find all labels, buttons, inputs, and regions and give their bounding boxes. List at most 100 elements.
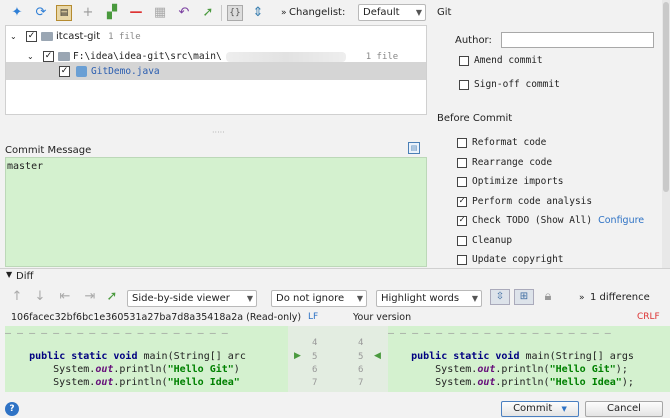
code-line: System.out.println("Hello Idea");: [388, 377, 634, 388]
right-revision-header: Your version: [353, 312, 412, 323]
before-commit-option[interactable]: Optimize imports: [457, 176, 564, 187]
group-icon[interactable]: ▤: [56, 5, 72, 21]
folder-checkbox[interactable]: ✓: [43, 51, 54, 62]
before-commit-checkbox[interactable]: [457, 235, 467, 246]
amend-commit-option[interactable]: Amend commit: [459, 55, 543, 66]
git-section-title: Git: [437, 7, 452, 18]
apply-change-icon[interactable]: ◀: [374, 351, 381, 361]
folder-count: 1 file: [365, 51, 399, 62]
before-commit-option[interactable]: Cleanup: [457, 235, 512, 246]
help-icon[interactable]: ?: [5, 402, 19, 416]
line-number: 4: [312, 338, 318, 348]
arrow-up-icon[interactable]: ↑: [9, 289, 25, 305]
options-scrollbar[interactable]: [662, 0, 670, 268]
code-line: System.out.println("Hello Idea": [5, 377, 240, 388]
toolbar-overflow-icon[interactable]: »: [281, 8, 287, 18]
viewer-value: Side-by-side viewer: [132, 293, 230, 304]
before-commit-option[interactable]: ✓ Check TODO (Show All) Configure: [457, 215, 644, 226]
before-commit-checkbox[interactable]: ✓: [457, 196, 467, 207]
jump-to-source-icon[interactable]: ➚: [104, 289, 120, 305]
collapse-icon[interactable]: ⇕: [250, 5, 266, 21]
tree-row-root[interactable]: ⌄ ✓ itcast-git 1 file: [6, 27, 426, 46]
viewer-select[interactable]: Side-by-side viewer ▼: [127, 290, 257, 307]
root-name: itcast-git: [56, 31, 101, 42]
code-line: System.out.println("Hello Git"): [5, 364, 240, 375]
before-commit-option[interactable]: Rearrange code: [457, 157, 552, 168]
whitespace-value: Do not ignore: [276, 293, 345, 304]
author-input[interactable]: [501, 32, 654, 48]
left-gutter: ▶ 4 5 6 7: [288, 326, 338, 392]
commit-button-label: Commit: [513, 403, 553, 414]
commit-history-icon[interactable]: ▤: [408, 142, 420, 154]
before-commit-checkbox[interactable]: [457, 157, 467, 168]
expand-icon[interactable]: {}: [227, 5, 243, 21]
splitter-handle[interactable]: ·····: [212, 128, 225, 137]
folder-icon: [58, 52, 70, 61]
before-commit-label: Optimize imports: [472, 176, 564, 187]
diff-title: Diff: [16, 271, 34, 282]
changelist-select[interactable]: Default ▼: [358, 4, 426, 21]
signoff-commit-option[interactable]: Sign-off commit: [459, 79, 560, 90]
left-line-ending: LF: [308, 312, 319, 322]
whitespace-select[interactable]: Do not ignore ▼: [271, 290, 367, 307]
before-commit-label: Update copyright: [472, 254, 564, 265]
blurred-redaction: [225, 51, 346, 62]
line-number: 4: [358, 338, 364, 348]
amend-commit-checkbox[interactable]: [459, 55, 469, 66]
before-commit-checkbox[interactable]: [457, 254, 467, 265]
add-icon[interactable]: +: [80, 5, 96, 21]
move-to-changelist-icon[interactable]: ▞: [104, 5, 120, 21]
signoff-commit-label: Sign-off commit: [474, 79, 560, 90]
configure-link[interactable]: Configure: [598, 215, 644, 226]
before-commit-label: Perform code analysis: [472, 196, 593, 207]
before-commit-checkbox[interactable]: [457, 176, 467, 187]
commit-message-text: master: [7, 161, 44, 172]
apply-change-icon[interactable]: ▶: [294, 351, 301, 361]
move-icon[interactable]: ✦: [9, 5, 25, 21]
cancel-button[interactable]: Cancel: [585, 401, 663, 417]
code-line: public static void main(String[] args: [411, 351, 634, 362]
commit-button[interactable]: Commit ▼: [501, 401, 579, 417]
left-diff-pane[interactable]: — — — — — — — — — — — — — — — — — — — pu…: [5, 326, 288, 392]
left-revision-header: 106facec32bf6bc1e360531a27ba7d8a35418a2a…: [11, 312, 302, 323]
diff-icon[interactable]: ▦: [152, 5, 168, 21]
before-commit-option[interactable]: Update copyright: [457, 254, 564, 265]
chevron-down-icon: ▼: [246, 294, 253, 303]
remove-icon[interactable]: —: [128, 5, 144, 21]
file-checkbox[interactable]: ✓: [59, 65, 70, 77]
jump-icon[interactable]: ➚: [200, 5, 216, 21]
right-line-ending: CRLF: [637, 312, 660, 322]
before-commit-checkbox[interactable]: ✓: [457, 215, 467, 226]
lock-icon[interactable]: 🔒︎: [540, 289, 556, 305]
before-commit-label: Reformat code: [472, 137, 547, 148]
chevron-down-icon: ▼: [356, 294, 363, 303]
collapse-unchanged-icon[interactable]: ⇳: [490, 289, 510, 305]
chevron-down-icon[interactable]: ⌄: [27, 52, 37, 61]
scrollbar-thumb[interactable]: [663, 2, 669, 192]
signoff-commit-checkbox[interactable]: [459, 79, 469, 90]
rollback-icon[interactable]: ↶: [176, 5, 192, 21]
tree-row-file[interactable]: ✓ GitDemo.java: [6, 62, 426, 80]
before-commit-option[interactable]: Reformat code: [457, 137, 546, 148]
amend-commit-label: Amend commit: [474, 55, 543, 66]
highlight-select[interactable]: Highlight words ▼: [376, 290, 482, 307]
line-number: 5: [358, 352, 364, 362]
line-number: 6: [358, 365, 364, 375]
changelist-value: Default: [363, 7, 400, 18]
difference-count: 1 difference: [590, 292, 650, 303]
root-checkbox[interactable]: ✓: [26, 31, 37, 42]
sync-scroll-icon[interactable]: ⊞: [514, 289, 534, 305]
right-diff-pane[interactable]: — — — — — — — — — — — — — — — — — — — pu…: [388, 326, 670, 392]
commit-message-input[interactable]: master: [5, 157, 427, 267]
refresh-icon[interactable]: ⟳: [33, 5, 49, 21]
previous-file-icon[interactable]: ⇤: [57, 289, 73, 305]
difference-overflow-icon[interactable]: »: [579, 293, 585, 303]
next-file-icon[interactable]: ⇥: [82, 289, 98, 305]
before-commit-checkbox[interactable]: [457, 137, 467, 148]
chevron-down-icon[interactable]: ▼: [6, 270, 12, 279]
before-commit-label: Cleanup: [472, 235, 513, 246]
chevron-down-icon[interactable]: ⌄: [10, 32, 20, 41]
chevron-down-icon[interactable]: ▼: [562, 405, 567, 413]
before-commit-option[interactable]: ✓ Perform code analysis: [457, 196, 592, 207]
arrow-down-icon[interactable]: ↓: [32, 289, 48, 305]
